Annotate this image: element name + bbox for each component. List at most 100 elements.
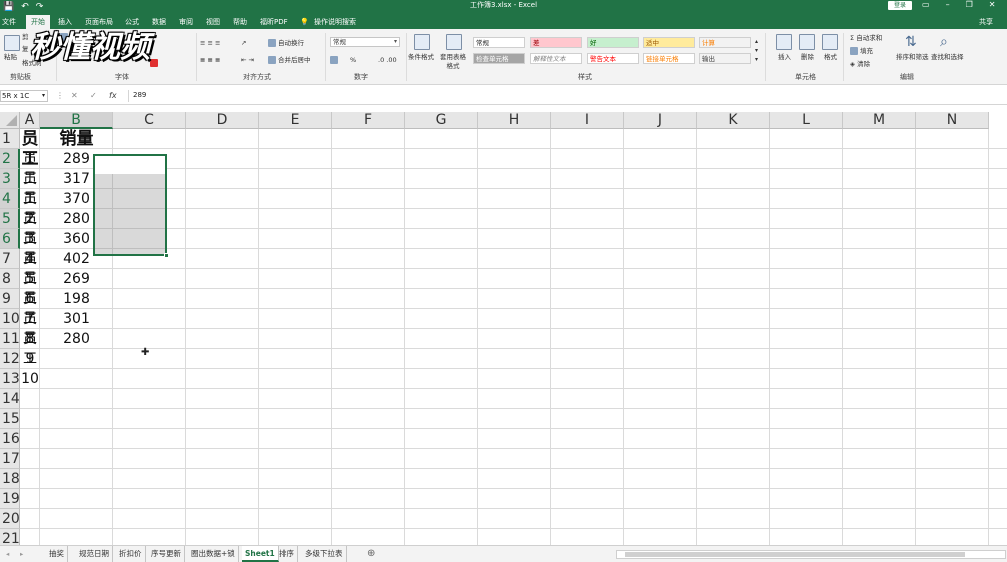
minimize-icon[interactable]: – [946,0,950,10]
merge-center-button[interactable]: 合并后居中 [268,56,311,65]
sheet-tab-5[interactable]: Sheet1 [242,546,279,562]
delete-cells-icon[interactable] [799,34,815,50]
cell-b7[interactable]: 402 [40,249,113,269]
cell-a5[interactable]: 员工4 [20,209,40,267]
row-header-10[interactable]: 10 [0,309,20,329]
row-header-21[interactable]: 21 [0,529,20,545]
style-normal[interactable]: 常规 [473,37,525,48]
copy-button[interactable]: 复 [22,45,29,54]
add-sheet-icon[interactable]: ⊕ [367,549,375,559]
autosum-button[interactable]: Σ 自动求和 [850,34,882,43]
sheet-tab-1[interactable]: 规范日期 [76,546,113,562]
row-header-2[interactable]: 2 [0,149,20,169]
format-as-table-button[interactable]: 套用表格格式 [438,53,468,71]
menu-file[interactable]: 文件 [2,15,16,29]
clear-button[interactable]: ◈ 清除 [850,60,870,69]
column-header-c[interactable]: C [113,112,186,129]
style-linked-cell[interactable]: 链接单元格 [643,53,695,64]
format-cells-button[interactable]: 格式 [824,53,837,62]
style-bad[interactable]: 差 [530,37,582,48]
row-header-15[interactable]: 15 [0,409,20,429]
align-left-icon[interactable]: ≣ ≣ ≣ [200,56,220,65]
cell-b3[interactable]: 317 [40,169,113,189]
row-header-19[interactable]: 19 [0,489,20,509]
align-top-icon[interactable]: ≡ ≡ ≡ [200,39,220,48]
sheet-tab-2[interactable]: 折扣价 [116,546,146,562]
sheet-tab-4[interactable]: 圈出数据+锁 [188,546,239,562]
column-header-f[interactable]: F [332,112,405,129]
style-warning[interactable]: 警告文本 [587,53,639,64]
column-header-h[interactable]: H [478,112,551,129]
cell-b4[interactable]: 370 [40,189,113,209]
style-check-cell[interactable]: 检查单元格 [473,53,525,64]
row-header-16[interactable]: 16 [0,429,20,449]
insert-cells-icon[interactable] [776,34,792,50]
menu-view[interactable]: 视图 [206,15,220,29]
currency-icon[interactable] [330,56,340,65]
cell-b1[interactable]: 销量 [40,129,113,149]
cut-button[interactable]: 剪 [22,33,29,42]
conditional-format-icon[interactable] [414,34,430,50]
cell-a4[interactable]: 员工3 [20,189,40,247]
close-icon[interactable]: ✕ [989,0,996,10]
cell-a9[interactable]: 员工8 [20,289,40,347]
cell-b8[interactable]: 269 [40,269,113,289]
delete-cells-button[interactable]: 删除 [801,53,814,62]
style-explanatory[interactable]: 解释性文本 [530,53,582,64]
fill-button[interactable]: 填充 [850,47,873,56]
column-header-j[interactable]: J [624,112,697,129]
paste-icon[interactable] [4,35,20,51]
login-button[interactable]: 登录 [888,1,912,10]
fill-handle[interactable] [164,253,169,258]
row-header-8[interactable]: 8 [0,269,20,289]
insert-cells-button[interactable]: 插入 [778,53,791,62]
menu-page-layout[interactable]: 页面布局 [85,15,113,29]
row-header-12[interactable]: 12 [0,349,20,369]
tab-scroll-left-icon[interactable]: ◂ [6,550,9,559]
share-button[interactable]: 共享 [979,15,993,29]
row-header-11[interactable]: 11 [0,329,20,349]
ribbon-display-icon[interactable]: ▭ [922,0,930,10]
cell-a1[interactable]: 员工 [20,129,40,169]
styles-scroll-icon[interactable]: ▴ ▾ ▾ [755,37,758,64]
horizontal-scrollbar[interactable] [616,550,1006,559]
cell-b2[interactable]: 289 [40,149,113,169]
sheet-tab-3[interactable]: 序号更新 [148,546,185,562]
menu-review[interactable]: 审阅 [179,15,193,29]
row-header-20[interactable]: 20 [0,509,20,529]
column-header-g[interactable]: G [405,112,478,129]
row-header-5[interactable]: 5 [0,209,20,229]
cell-b6[interactable]: 360 [40,229,113,249]
style-calculation[interactable]: 计算 [699,37,751,48]
sheet-tab-0[interactable]: 抽奖 [46,546,68,562]
percent-button[interactable]: % [350,56,356,65]
tab-scroll-right-icon[interactable]: ▸ [20,550,23,559]
cell-a8[interactable]: 员工7 [20,269,40,327]
row-header-14[interactable]: 14 [0,389,20,409]
row-header-13[interactable]: 13 [0,369,20,389]
cell-a11[interactable]: 员工10 [20,329,40,387]
cell-b11[interactable]: 280 [40,329,113,349]
cell-a6[interactable]: 员工5 [20,229,40,287]
cell-b9[interactable]: 198 [40,289,113,309]
column-header-n[interactable]: N [916,112,989,129]
row-header-7[interactable]: 7 [0,249,20,269]
select-all-button[interactable] [0,112,20,129]
tell-me-search[interactable]: 操作说明搜索 [314,15,356,29]
cell-a10[interactable]: 员工9 [20,309,40,367]
column-header-d[interactable]: D [186,112,259,129]
row-header-17[interactable]: 17 [0,449,20,469]
menu-insert[interactable]: 插入 [58,15,72,29]
row-header-3[interactable]: 3 [0,169,20,189]
sheet-tab-7[interactable]: 多级下拉表 [302,546,347,562]
row-header-4[interactable]: 4 [0,189,20,209]
decimal-icon[interactable]: .0 .00 [378,56,397,65]
conditional-format-button[interactable]: 条件格式 [408,53,434,62]
row-header-18[interactable]: 18 [0,469,20,489]
find-select-icon[interactable]: ⌕ [940,34,956,50]
column-header-b[interactable]: B [40,112,113,129]
menu-foxit-pdf[interactable]: 福昕PDF [260,15,288,29]
sort-filter-icon[interactable]: ⇅ [905,34,921,50]
indent-icon[interactable]: ⇤ ⇥ [241,56,254,65]
column-header-l[interactable]: L [770,112,843,129]
